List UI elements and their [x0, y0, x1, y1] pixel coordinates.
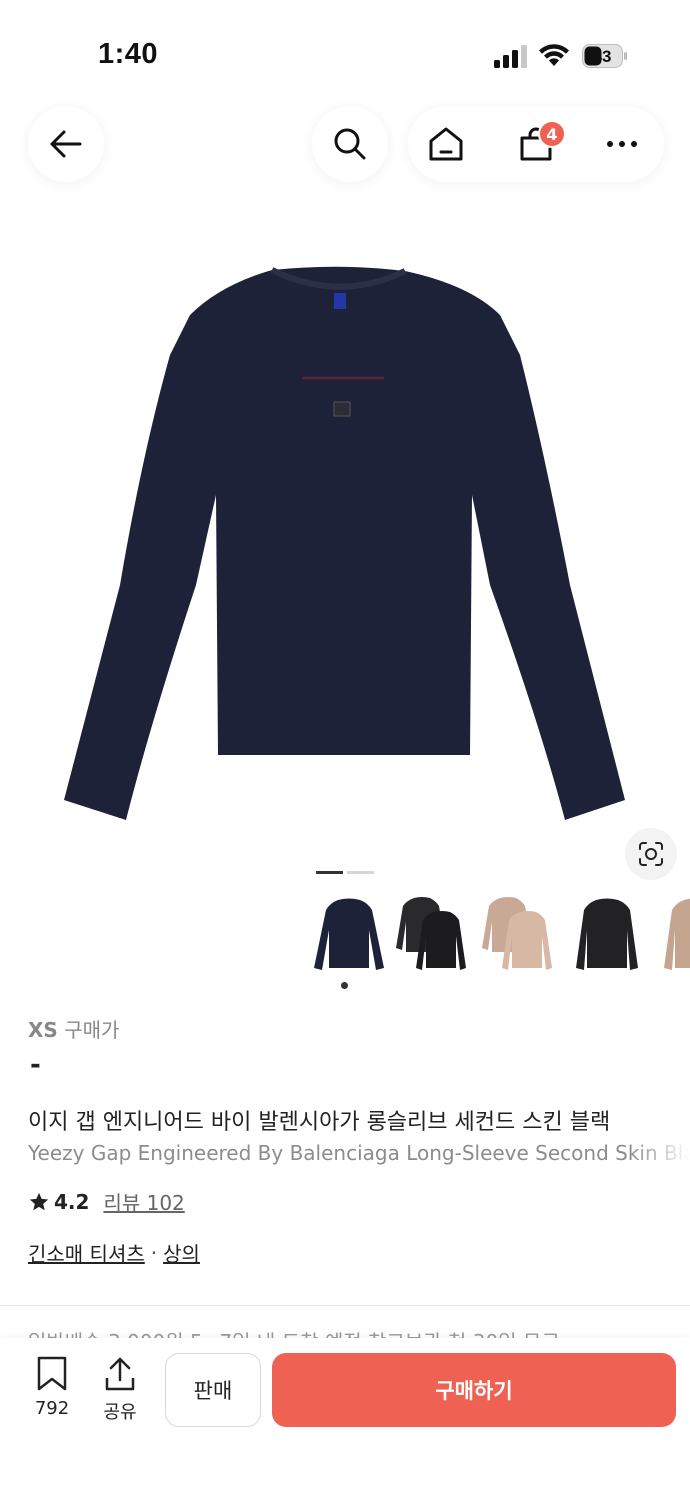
bookmark-icon — [37, 1356, 67, 1391]
product-title-english: Yeezy Gap Engineered By Balenciaga Long-… — [28, 1141, 690, 1165]
price-label: XS 구매가 — [28, 1014, 119, 1043]
cart-count-badge: 4 — [538, 120, 566, 148]
home-icon — [429, 127, 463, 161]
bottom-action-bar: 792 공유 판매 구매하기 — [0, 1338, 690, 1500]
thumbnail-black-single-2[interactable] — [566, 892, 648, 978]
thumbnail-black-single[interactable] — [308, 892, 390, 978]
home-button[interactable] — [422, 120, 470, 168]
title-fade-overlay — [630, 1141, 690, 1165]
pagination-dot-active — [316, 871, 343, 874]
bookmark-button[interactable]: 792 — [28, 1356, 76, 1419]
product-title-korean: 이지 갭 엔지니어드 바이 발렌시아가 롱슬리브 세컨드 스킨 블랙 — [28, 1110, 611, 1135]
category-breadcrumb: 긴소매 티셔츠 · 상의 — [28, 1238, 200, 1267]
battery-icon: 43 — [582, 44, 627, 68]
more-dots-icon — [607, 141, 637, 147]
selected-thumbnail-indicator — [341, 982, 348, 989]
wifi-icon — [539, 44, 569, 66]
price-value: - — [30, 1050, 41, 1080]
cellular-signal-icon — [494, 45, 527, 68]
lens-scan-icon — [639, 842, 663, 866]
more-button[interactable] — [598, 120, 646, 168]
back-button[interactable] — [28, 106, 104, 182]
status-time: 1:40 — [98, 38, 159, 70]
variant-thumbnails — [302, 892, 690, 992]
product-title-english-text: Yeezy Gap Engineered By Balenciaga Long-… — [28, 1141, 690, 1165]
image-search-button[interactable] — [625, 828, 677, 880]
bookmark-count: 792 — [34, 1398, 70, 1419]
search-button[interactable] — [312, 106, 388, 182]
rating-value: 4.2 — [54, 1189, 90, 1214]
shipping-info-row[interactable]: 일반배송 3,000원 5~7일 내 도착 예정 창고보관 첫 30일 무료 — [28, 1322, 690, 1338]
share-button[interactable]: 공유 — [96, 1356, 144, 1424]
rating-row: 4.2 리뷰 102 — [28, 1187, 185, 1216]
review-link[interactable]: 리뷰 102 — [103, 1187, 184, 1216]
category-main-link[interactable]: 긴소매 티셔츠 — [28, 1238, 145, 1267]
product-image[interactable] — [50, 255, 640, 835]
share-icon — [105, 1357, 135, 1391]
battery-level: 43 — [593, 47, 612, 66]
sell-button[interactable]: 판매 — [165, 1353, 261, 1427]
arrow-left-icon — [50, 130, 82, 158]
search-icon — [334, 128, 366, 160]
category-separator: · — [150, 1240, 158, 1265]
thumbnail-black-double[interactable] — [392, 892, 474, 978]
category-sub-link[interactable]: 상의 — [163, 1238, 200, 1267]
size-label: XS — [28, 1018, 58, 1042]
pagination-dot — [347, 871, 374, 874]
status-bar: 1:40 43 — [0, 0, 690, 100]
star-icon — [29, 1192, 49, 1210]
gallery-pagination — [316, 871, 374, 874]
buy-button[interactable]: 구매하기 — [272, 1353, 676, 1427]
thumbnail-beige-single[interactable] — [654, 892, 690, 978]
section-divider — [0, 1305, 690, 1306]
share-label: 공유 — [103, 1402, 137, 1423]
shipping-info-text: 일반배송 3,000원 5~7일 내 도착 예정 창고보관 첫 30일 무료 — [28, 1330, 560, 1338]
nav-action-group: 4 — [408, 106, 664, 182]
price-type-label: 구매가 — [64, 1018, 120, 1042]
thumbnail-beige-double[interactable] — [478, 892, 560, 978]
